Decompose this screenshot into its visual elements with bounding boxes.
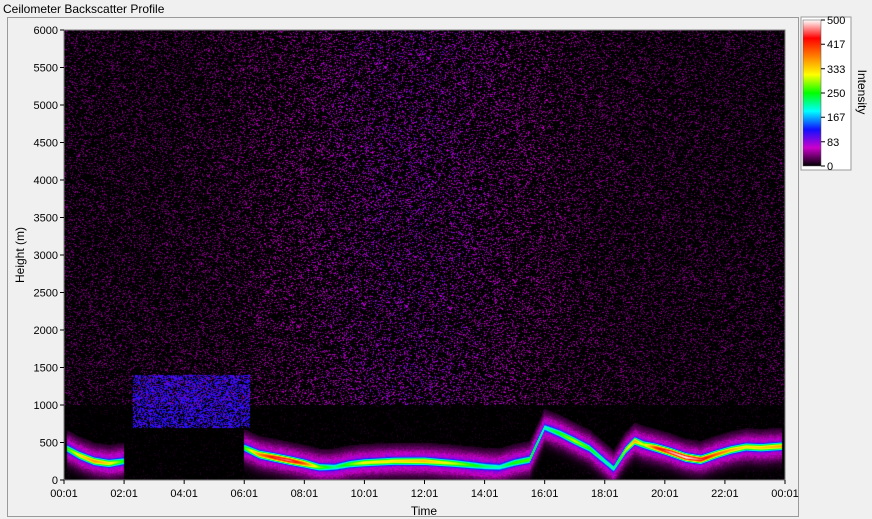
x-tick-label: 08:01 — [291, 488, 319, 500]
x-tick-label: 00:01 — [771, 488, 799, 500]
x-axis-label: Time — [411, 504, 438, 518]
x-tick-label: 22:01 — [711, 488, 739, 500]
x-tick-label: 14:01 — [471, 488, 499, 500]
y-tick-label: 4500 — [34, 138, 58, 150]
y-tick-label: 0 — [52, 475, 58, 487]
colorbar-tick-label: 250 — [827, 88, 845, 100]
colorbar-tick-label: 167 — [827, 112, 845, 124]
x-tick-label: 16:01 — [531, 488, 559, 500]
x-tick-label: 12:01 — [411, 488, 439, 500]
y-axis: 0 500 1000 1500 2000 2500 3000 3500 4000 4500 5000… — [34, 25, 64, 487]
x-tick-label: 10:01 — [351, 488, 379, 500]
x-axis: 00:01 02:01 04:01 06:01 08:01 10:01 12:01 14:01… — [50, 480, 799, 500]
x-tick-label: 18:01 — [591, 488, 619, 500]
colorbar-tick-label: 417 — [827, 39, 845, 51]
x-tick-label: 02:01 — [110, 488, 138, 500]
y-tick-label: 5000 — [34, 100, 58, 112]
ceilometer-chart: 0500100015002000250030003500400045005000… — [13, 15, 869, 518]
colorbar-tick-label: 500 — [827, 15, 845, 27]
colorbar — [802, 19, 822, 167]
x-tick-label: 20:01 — [651, 488, 679, 500]
y-tick-label: 4000 — [34, 175, 58, 187]
backscatter-heatmap — [64, 30, 785, 480]
x-tick-label: 06:01 — [230, 488, 258, 500]
y-tick-label: 3500 — [34, 213, 58, 225]
y-tick-label: 1000 — [34, 400, 58, 412]
y-tick-label: 3000 — [34, 250, 58, 262]
colorbar-tick-label: 83 — [827, 137, 839, 149]
y-tick-label: 6000 — [34, 25, 58, 37]
y-tick-label: 2000 — [34, 325, 58, 337]
x-tick-label: 04:01 — [170, 488, 198, 500]
x-tick-label: 00:01 — [50, 488, 78, 500]
colorbar-tick-label: 0 — [827, 161, 833, 173]
y-tick-label: 5500 — [34, 63, 58, 75]
y-axis-label: Height (m) — [13, 227, 27, 283]
y-tick-label: 500 — [40, 438, 58, 450]
y-tick-label: 2500 — [34, 288, 58, 300]
colorbar-tick-label: 333 — [827, 64, 845, 76]
colorbar-label: Intensity — [855, 70, 869, 115]
y-tick-label: 1500 — [34, 363, 58, 375]
